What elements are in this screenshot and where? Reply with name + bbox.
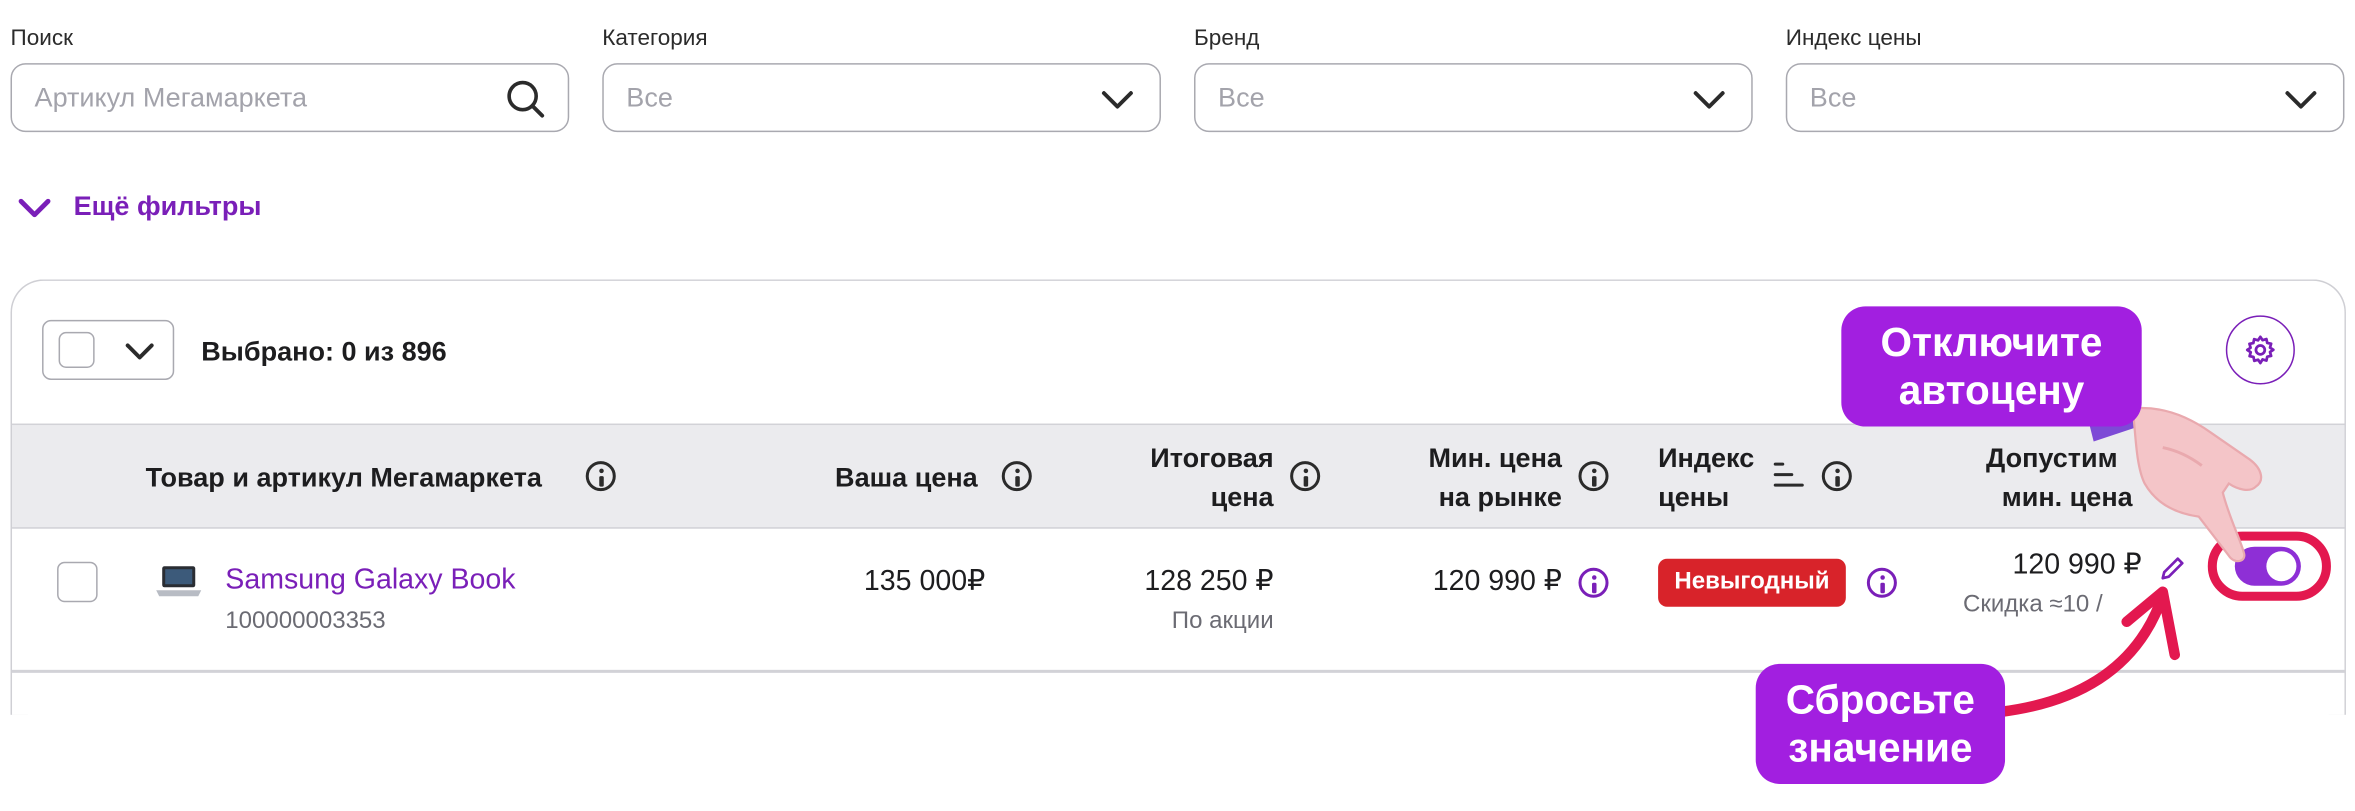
info-icon[interactable]: [585, 461, 616, 492]
category-value: Все: [626, 82, 673, 113]
info-icon[interactable]: [1001, 461, 1032, 492]
price-index-label: Индекс цены: [1785, 25, 1922, 52]
col-your-price-header[interactable]: Ваша цена: [835, 458, 978, 497]
selected-count: Выбрано: 0 из 896: [201, 336, 447, 367]
chevron-down-icon: [2285, 91, 2317, 109]
col-min-price-header-line2[interactable]: на рынке: [1337, 478, 1562, 517]
search-input[interactable]: Артикул Мегамаркета: [10, 63, 570, 133]
search-label: Поиск: [10, 25, 73, 52]
more-filters-label: Ещё фильтры: [73, 190, 262, 221]
category-label: Категория: [602, 25, 708, 52]
callout-disable-line2: автоцену: [1898, 367, 2085, 414]
product-name-link[interactable]: Samsung Galaxy Book: [225, 565, 515, 598]
search-icon[interactable]: [505, 78, 547, 120]
row-checkbox[interactable]: [57, 561, 98, 603]
col-index-header-line2[interactable]: цены: [1658, 478, 1729, 517]
final-price-value: 128 250 ₽: [1144, 566, 1274, 598]
price-index-value: Все: [1809, 82, 1857, 113]
arrow-icon: [1995, 586, 2181, 718]
callout-disable-line1: Отключите: [1880, 319, 2103, 365]
col-final-price-header-line1[interactable]: Итоговая: [1051, 439, 1273, 478]
your-price-value: 135 000₽: [863, 566, 986, 598]
chevron-down-icon: [18, 198, 51, 218]
final-price-note: По акции: [1171, 608, 1274, 634]
callout-reset-value: Сбросьте значение: [1755, 663, 2006, 784]
bulk-select-control[interactable]: [42, 319, 175, 380]
min-market-price-value: 120 990 ₽: [1432, 566, 1562, 598]
callout-reset-line1: Сбросьте: [1785, 677, 1975, 723]
chevron-down-icon[interactable]: [122, 333, 158, 369]
info-icon[interactable]: [1578, 567, 1609, 598]
col-final-price-header-line2[interactable]: цена: [1051, 478, 1274, 517]
price-index-select[interactable]: Все: [1785, 63, 2345, 133]
price-index-badge: Невыгодный: [1658, 558, 1846, 607]
brand-value: Все: [1218, 82, 1265, 113]
col-product-header[interactable]: Товар и артикул Мегамаркета: [146, 458, 542, 497]
callout-reset-line2: значение: [1788, 725, 1973, 771]
chevron-down-icon: [1101, 91, 1133, 109]
category-select[interactable]: Все: [602, 63, 1161, 133]
info-icon[interactable]: [1821, 461, 1852, 492]
callout-disable-autoprice: Отключите автоцену: [1841, 306, 2142, 427]
product-thumbnail: [156, 566, 202, 597]
brand-label: Бренд: [1194, 25, 1260, 52]
select-all-checkbox[interactable]: [58, 331, 95, 368]
chevron-down-icon: [1693, 91, 1725, 109]
info-icon[interactable]: [1290, 461, 1321, 492]
info-icon[interactable]: [1578, 461, 1609, 492]
col-index-header-line1[interactable]: Индекс: [1658, 439, 1754, 478]
col-min-price-header-line1[interactable]: Мин. цена: [1337, 439, 1562, 478]
product-sku: 100000003353: [225, 608, 386, 634]
gear-icon: [2245, 335, 2275, 365]
search-placeholder: Артикул Мегамаркета: [34, 82, 308, 113]
brand-select[interactable]: Все: [1194, 63, 1753, 133]
sort-icon[interactable]: [1772, 458, 1805, 491]
info-icon[interactable]: [1866, 567, 1897, 598]
